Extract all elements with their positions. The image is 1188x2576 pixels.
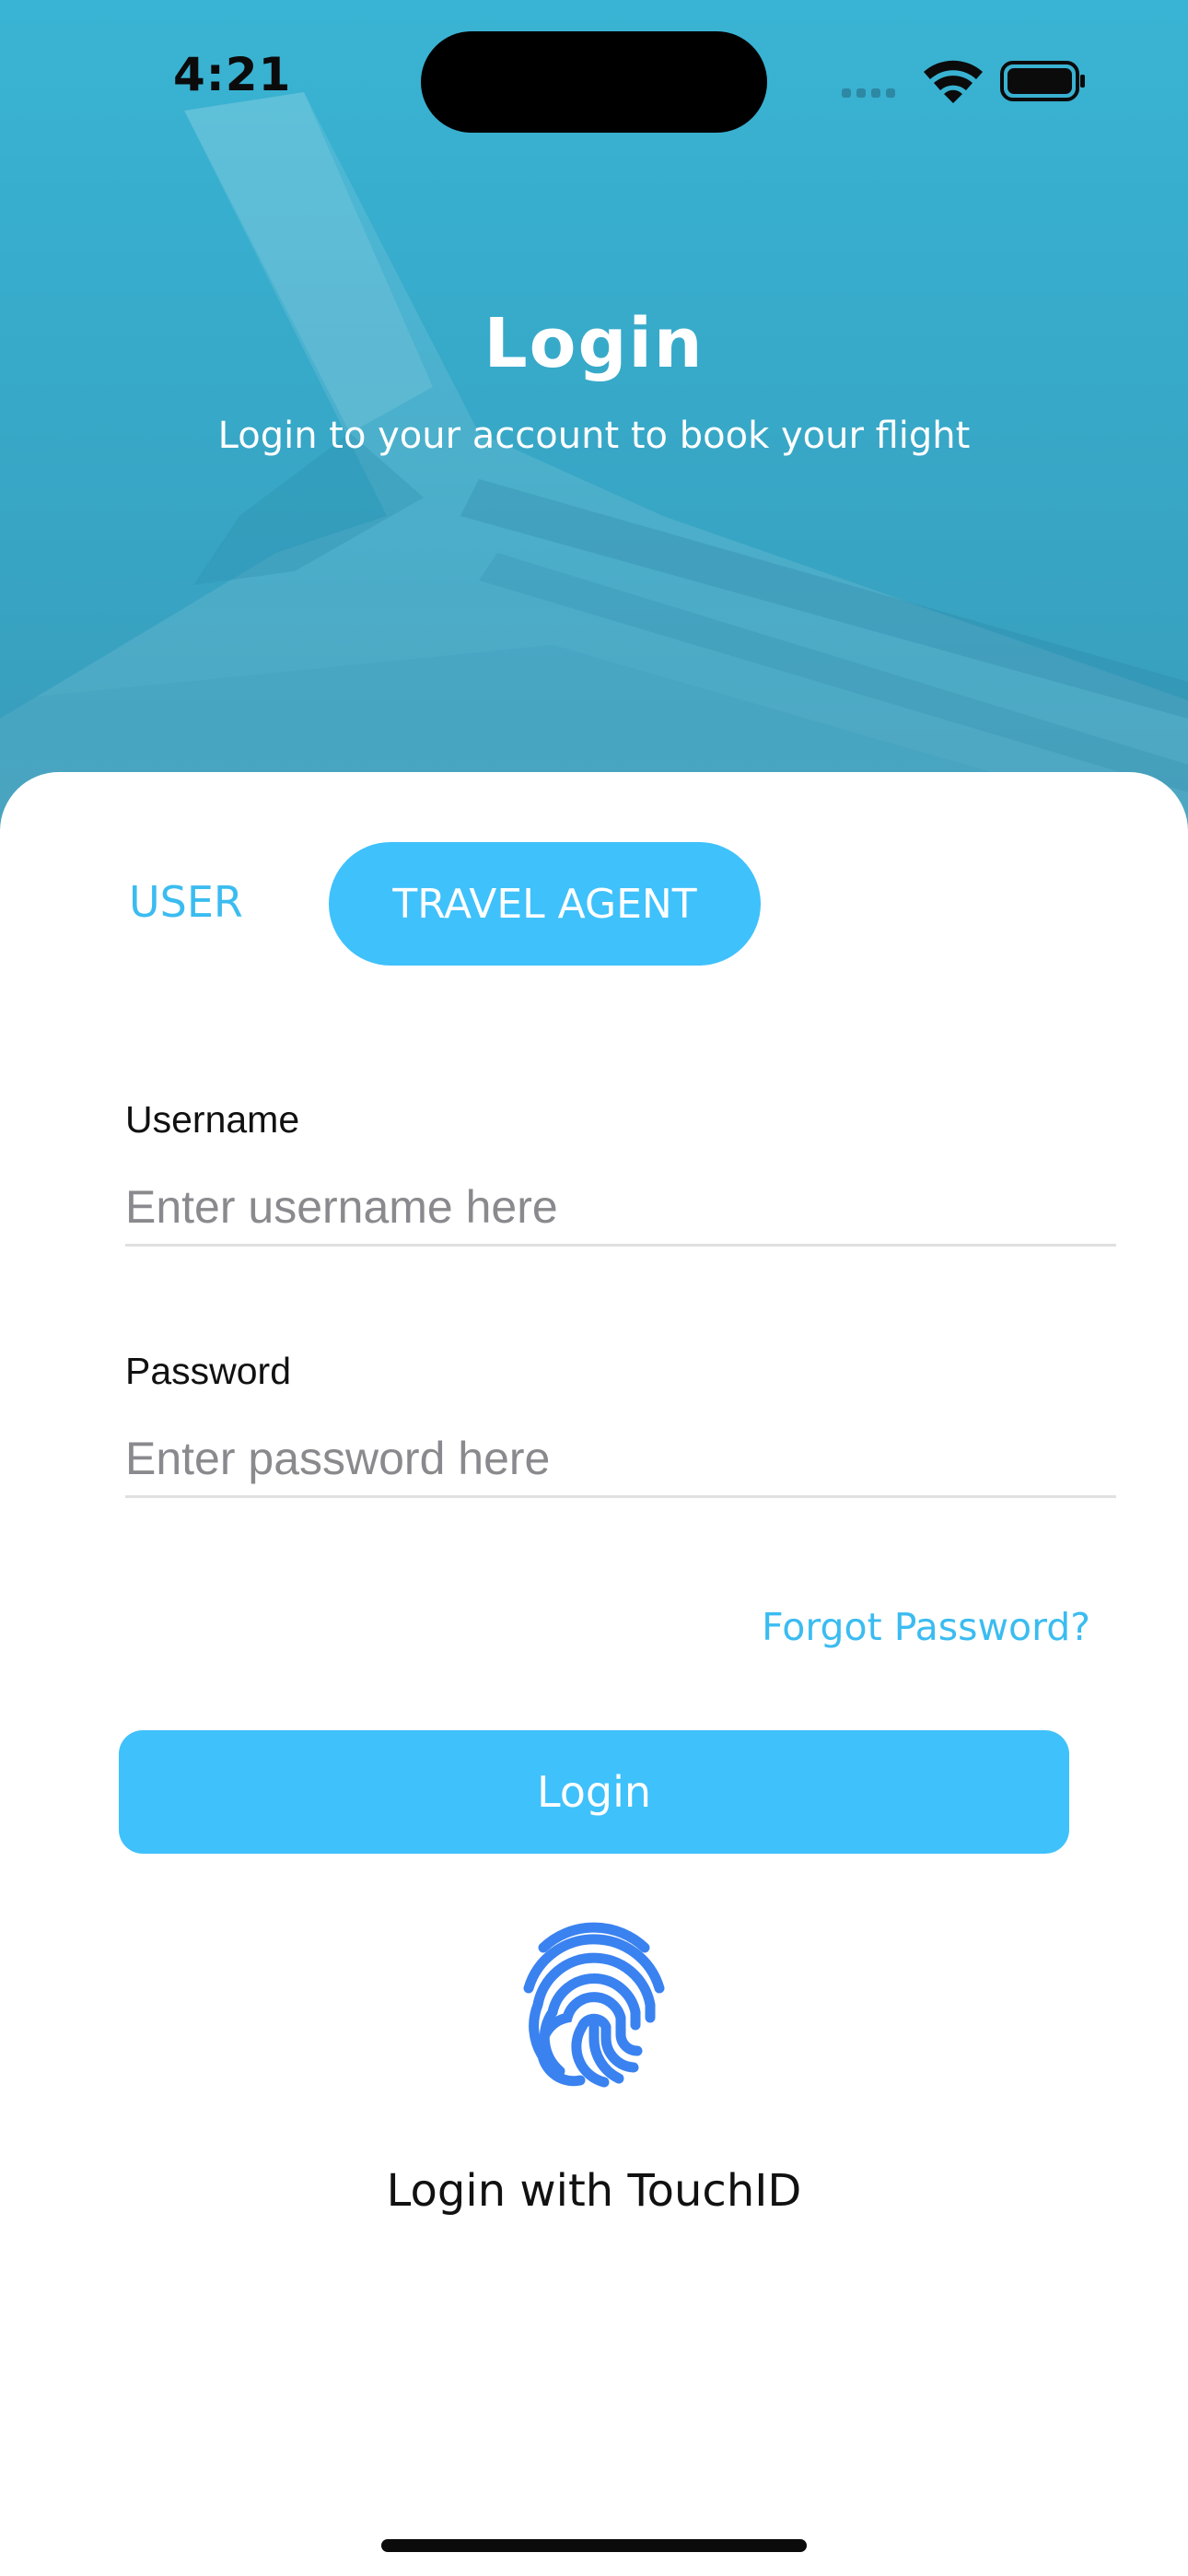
wifi-icon xyxy=(924,60,983,103)
cellular-signal-icon xyxy=(842,88,895,98)
login-button-label: Login xyxy=(536,1767,652,1817)
username-input[interactable] xyxy=(125,1170,1116,1247)
login-card xyxy=(0,772,1188,2576)
hero-header: 4:21 Login Login to your account to book… xyxy=(0,0,1188,829)
battery-icon xyxy=(1000,61,1085,101)
login-button[interactable]: Login xyxy=(119,1730,1069,1854)
dynamic-island xyxy=(421,31,767,133)
password-label: Password xyxy=(125,1350,292,1392)
status-icons xyxy=(842,60,1085,103)
tab-travel-agent-label: TRAVEL AGENT xyxy=(392,880,697,928)
password-input[interactable] xyxy=(125,1422,1116,1498)
login-screen: 4:21 Login Login to your account to book… xyxy=(0,0,1188,2576)
page-title: Login xyxy=(483,304,705,383)
tab-user[interactable]: USER xyxy=(129,877,243,927)
tab-travel-agent[interactable]: TRAVEL AGENT xyxy=(329,842,761,966)
forgot-password-link[interactable]: Forgot Password? xyxy=(762,1605,1090,1649)
fingerprint-icon[interactable] xyxy=(516,1916,672,2091)
page-subtitle: Login to your account to book your fligh… xyxy=(217,415,971,457)
status-time: 4:21 xyxy=(173,48,292,101)
username-label: Username xyxy=(125,1098,300,1141)
touchid-label[interactable]: Login with TouchID xyxy=(0,2165,1188,2217)
home-indicator[interactable] xyxy=(381,2539,807,2552)
